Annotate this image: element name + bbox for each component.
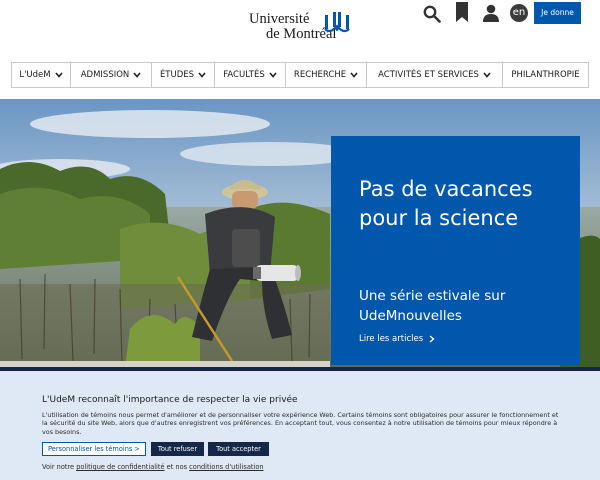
nav-item-label: PHILANTHROPIE [511, 70, 580, 80]
logo-mark-icon [324, 12, 350, 33]
personalize-cookies-button[interactable]: Personnaliser les témoins > [42, 442, 146, 456]
hero-subtitle: Une série estivale sur UdeMnouvelles [359, 288, 506, 324]
chevron-down-icon [55, 72, 63, 78]
language-toggle[interactable]: en [510, 4, 528, 22]
chevron-down-icon [198, 72, 206, 78]
nav-item-facultes[interactable]: FACULTÉS [215, 63, 286, 87]
accept-all-button[interactable]: Tout accepter [208, 442, 269, 456]
cookie-banner: L'UdeM reconnaît l'importance de respect… [0, 367, 600, 480]
nav-item-admission[interactable]: ADMISSION [71, 63, 152, 87]
cookie-footer-prefix: Voir notre [42, 463, 75, 471]
chevron-down-icon [350, 72, 358, 78]
hero-banner: Pas de vacances pour la science Une séri… [0, 99, 600, 367]
nav-item-philanthropie[interactable]: PHILANTHROPIE [503, 63, 588, 87]
nav-item-activites[interactable]: ACTIVITÉS ET SERVICES [367, 63, 503, 87]
main-nav: L'UdeM ADMISSION ÉTUDES FACULTÉS RECHERC… [11, 62, 589, 88]
nav-item-label: ÉTUDES [159, 70, 195, 80]
hero-card: Pas de vacances pour la science Une séri… [331, 136, 580, 365]
nav-item-recherche[interactable]: RECHERCHE [286, 63, 367, 87]
user-icon[interactable] [482, 4, 500, 22]
nav-item-label: L'UdeM [19, 70, 51, 80]
read-articles-label: Lire les articles [359, 334, 424, 344]
search-icon[interactable] [423, 5, 441, 23]
cookie-footer-and: et nos [166, 463, 188, 471]
refuse-all-button[interactable]: Tout refuser [151, 442, 204, 456]
cookie-title: L'UdeM reconnaît l'importance de respect… [42, 395, 298, 405]
chevron-down-icon [269, 72, 277, 78]
nav-item-udem[interactable]: L'UdeM [12, 63, 71, 87]
donate-button[interactable]: Je donne [534, 2, 581, 24]
read-articles-link[interactable]: Lire les articles [359, 334, 435, 344]
chevron-down-icon [133, 72, 141, 78]
privacy-policy-link[interactable]: politique de confidentialité [76, 463, 164, 471]
site-header: Université de Montréal en Je donne [0, 0, 600, 62]
terms-link[interactable]: conditions d'utilisation [189, 463, 263, 471]
nav-item-etudes[interactable]: ÉTUDES [152, 63, 215, 87]
nav-item-label: ACTIVITÉS ET SERVICES [378, 70, 479, 80]
hero-title: Pas de vacances pour la science [359, 177, 533, 230]
nav-item-label: RECHERCHE [293, 70, 347, 80]
chevron-right-icon [429, 335, 435, 343]
cookie-footer: Voir notre politique de confidentialité … [42, 463, 264, 471]
chevron-down-icon [483, 72, 491, 78]
nav-item-label: FACULTÉS [223, 70, 265, 80]
bookmark-icon[interactable] [455, 2, 469, 22]
cookie-text: L'utilisation de témoins nous permet d'a… [42, 411, 559, 436]
nav-item-label: ADMISSION [80, 70, 130, 80]
university-logo[interactable]: Université de Montréal [249, 12, 353, 54]
